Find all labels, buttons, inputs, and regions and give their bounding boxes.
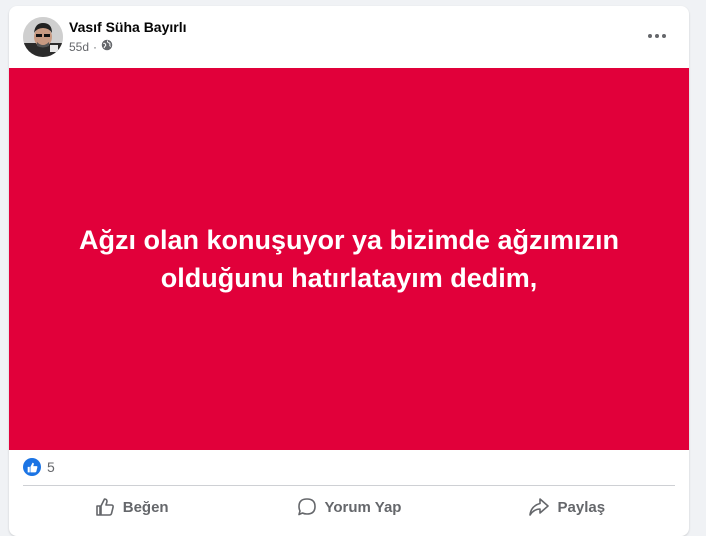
post-actions: Beğen Yorum Yap Paylaş: [23, 488, 675, 526]
author-avatar[interactable]: [23, 17, 63, 57]
comment-icon: [297, 497, 317, 517]
comment-button[interactable]: Yorum Yap: [240, 488, 457, 526]
post-header: Vasıf Süha Bayırlı 55d ·: [9, 6, 689, 68]
reaction-count: 5: [47, 459, 55, 475]
thumbs-up-icon: [95, 497, 115, 517]
post-text: Ağzı olan konuşuyor ya bizimde ağzımızın…: [39, 221, 659, 297]
share-button[interactable]: Paylaş: [458, 488, 675, 526]
reactions-summary[interactable]: 5: [23, 458, 55, 476]
meta-separator: ·: [93, 39, 98, 54]
comment-label: Yorum Yap: [324, 498, 402, 516]
post-text-line-1: Ağzı olan konuşuyor ya bizimde ağzımızın: [78, 225, 620, 255]
more-dots-icon: [648, 34, 666, 38]
more-options-button[interactable]: [643, 22, 671, 50]
like-icon: [23, 458, 41, 476]
like-label: Beğen: [122, 498, 169, 516]
post-text-line-2: olduğunu hatırlatayım dedim,: [160, 263, 538, 293]
actions-divider: [23, 485, 675, 486]
post-time[interactable]: 55d: [69, 40, 89, 54]
globe-icon[interactable]: [101, 39, 113, 54]
post-background[interactable]: Ağzı olan konuşuyor ya bizimde ağzımızın…: [9, 68, 689, 450]
post-meta: 55d ·: [69, 39, 113, 54]
share-label: Paylaş: [557, 498, 606, 516]
like-button[interactable]: Beğen: [23, 488, 240, 526]
share-icon: [528, 497, 550, 517]
author-name[interactable]: Vasıf Süha Bayırlı: [69, 19, 187, 35]
post-card: Vasıf Süha Bayırlı 55d · Ağzı olan konuş…: [9, 6, 689, 536]
